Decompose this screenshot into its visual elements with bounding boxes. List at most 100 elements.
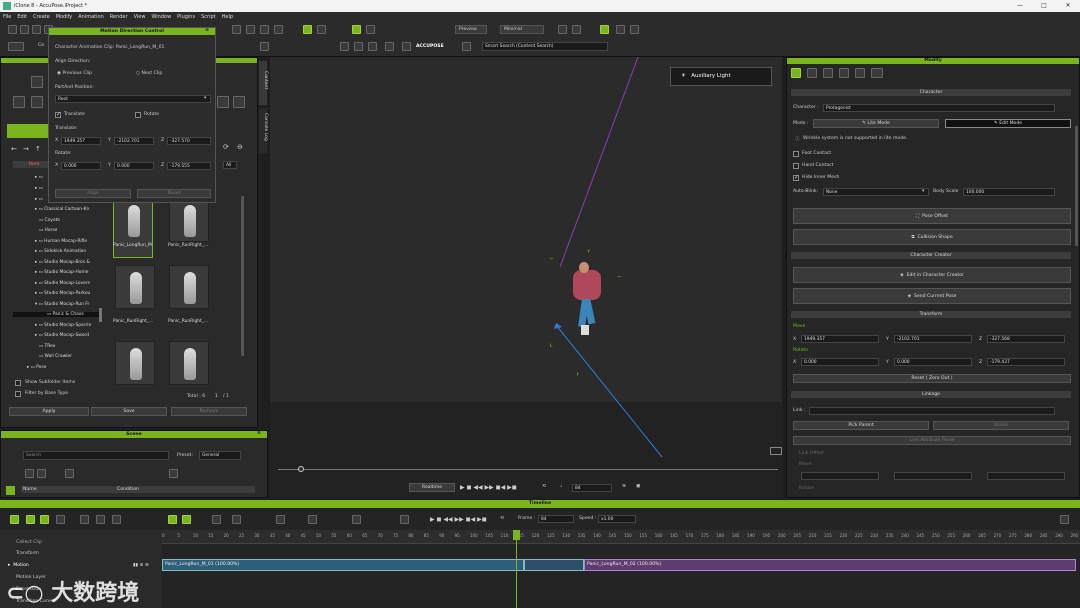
minimize-button[interactable]: — <box>1008 0 1032 12</box>
remove-button[interactable]: Remove <box>171 407 247 416</box>
console-side-tab[interactable]: Console Log <box>258 108 268 154</box>
send-pose-button[interactable]: ◈ Send Current Pose <box>793 288 1071 304</box>
rotate-x-input[interactable]: 0.000 <box>61 162 101 170</box>
link-move-x[interactable] <box>801 472 879 480</box>
scene-trash-icon[interactable] <box>169 469 178 478</box>
menu-file[interactable]: File <box>3 14 11 20</box>
rotate-x-input[interactable]: 0.000 <box>801 358 879 366</box>
rotate-z-input[interactable]: -179.437 <box>987 358 1065 366</box>
menu-render[interactable]: Render <box>110 14 128 20</box>
edit-mode-button[interactable]: ✎ Edit Mode <box>945 119 1071 128</box>
save-icon[interactable] <box>32 25 41 34</box>
modify-scrollbar[interactable] <box>1075 126 1078 246</box>
modify-sliders-icon[interactable] <box>791 68 801 78</box>
new-icon[interactable] <box>8 25 17 34</box>
modify-body-icon[interactable] <box>855 68 865 78</box>
refresh-icon[interactable]: ⟳ <box>223 143 229 151</box>
panel-close-icon[interactable]: ⊗ <box>205 28 209 33</box>
open-icon[interactable] <box>20 25 29 34</box>
close-button[interactable]: ✕ <box>1056 0 1080 12</box>
package-icon[interactable] <box>217 96 229 108</box>
edit-in-cc-button[interactable]: ◈ Edit in Character Creator <box>793 267 1071 283</box>
options-icon[interactable]: ⊖ <box>237 143 243 151</box>
scene-list-icon[interactable] <box>65 469 74 478</box>
menu-view[interactable]: View <box>134 14 146 20</box>
store-icon[interactable] <box>233 96 245 108</box>
character-name-field[interactable]: Protagonist <box>823 104 1055 112</box>
reset-button[interactable]: Reset <box>137 189 211 198</box>
scene-name-column[interactable]: Name <box>21 486 97 493</box>
light-icon[interactable] <box>352 25 361 34</box>
aux-light-button[interactable]: ☀ Auxiliary Light <box>670 67 772 86</box>
viewport-monitor-icon[interactable] <box>770 447 782 455</box>
tool-rotate-icon[interactable] <box>260 25 269 34</box>
rotate-y-input[interactable]: 0.000 <box>114 162 154 170</box>
tree-item[interactable]: ▭ Coyote <box>39 218 60 223</box>
lite-mode-button[interactable]: ✎ Lite Mode <box>813 119 939 128</box>
motion-clip-transition[interactable] <box>524 559 584 571</box>
viewport[interactable]: ⌐ ¬ ↑ L ↑ ☀ Auxiliary Light Realtime ▶ ◼… <box>270 57 782 498</box>
tree-folder[interactable]: ▸ ▭ <box>35 197 43 202</box>
auto-blink-select[interactable]: None <box>823 188 929 196</box>
scene-close-icon[interactable]: ⊗ <box>257 431 261 436</box>
play-icon[interactable]: ▶ ◼ ◀◀ ▶▶ ◼◀ ▶◼ <box>460 484 517 491</box>
camera-lock-icon[interactable]: ▣ <box>636 484 640 489</box>
save-button[interactable]: Save <box>91 407 167 416</box>
translate-checkbox[interactable] <box>55 111 61 118</box>
align-button[interactable]: Align <box>55 189 131 198</box>
show-subfolder-checkbox[interactable] <box>15 380 21 386</box>
tree-folder[interactable]: ▸ ▭ <box>35 175 43 180</box>
thumb-panic-runright-1[interactable] <box>169 198 209 242</box>
all-filter[interactable]: All <box>223 161 237 169</box>
tree-item[interactable]: ▭ Horse <box>39 228 57 233</box>
link-field[interactable] <box>809 407 1055 415</box>
translate-y-input[interactable]: -2102.701 <box>114 137 154 145</box>
character-torso[interactable] <box>573 270 601 300</box>
previous-clip-radio[interactable]: ◉ Previous Clip <box>57 71 92 76</box>
menu-create[interactable]: Create <box>33 14 50 20</box>
viewport-frame-input[interactable]: 84 <box>572 484 612 492</box>
tool-move-icon[interactable] <box>246 25 255 34</box>
hide-inner-mesh-checkbox[interactable] <box>793 174 799 181</box>
modify-material-icon[interactable] <box>823 68 833 78</box>
pick-parent-button[interactable]: Pick Parent <box>793 421 929 430</box>
menu-edit[interactable]: Edit <box>17 14 27 20</box>
translate-x-input[interactable]: 1949.357 <box>61 137 101 145</box>
flag2-icon[interactable] <box>616 25 625 34</box>
flag-icon[interactable] <box>600 25 609 34</box>
link-move-z[interactable] <box>987 472 1065 480</box>
thumb-panic-runright-2[interactable] <box>115 265 155 309</box>
move-x-input[interactable]: 1949.357 <box>801 335 879 343</box>
tree-item[interactable]: ▸ ▭ Studio Mocap-Parkou <box>35 291 90 296</box>
link-icon[interactable] <box>340 42 349 51</box>
forward-arrow-icon[interactable]: → <box>23 145 29 153</box>
motion-tab[interactable] <box>7 124 51 138</box>
tree-item-selected[interactable]: ▭ Panic & Chaos <box>13 312 101 317</box>
maximize-button[interactable]: □ <box>1032 0 1056 12</box>
thumb-scrollbar[interactable] <box>241 196 244 356</box>
metronome-icon[interactable]: ♩ <box>560 484 562 489</box>
link-attribute-button[interactable]: Link Attribute Panel <box>793 436 1071 445</box>
scene-group-icon[interactable] <box>37 469 46 478</box>
menu-modify[interactable]: Modify <box>56 14 73 20</box>
folder-icon[interactable] <box>31 76 43 88</box>
tree-item[interactable]: ▸ ▭ Classical Cartoon-Kn <box>35 207 89 212</box>
tree-item[interactable]: ▸ ▭ Studio Mocap-Sparrin <box>35 323 91 328</box>
scene-condition-column[interactable]: Condition <box>97 486 255 493</box>
bone-icon[interactable] <box>260 42 269 51</box>
preview-select[interactable]: Preview <box>455 25 487 34</box>
motion-clip-1[interactable]: Panic_LongRun_M_01 (100.00%) <box>162 559 524 571</box>
rotate-y-input[interactable]: 0.000 <box>894 358 972 366</box>
translate-z-input[interactable]: -327.570 <box>167 137 211 145</box>
menu-plugins[interactable]: Plugins <box>177 14 195 20</box>
realtime-select[interactable]: Realtime <box>409 483 455 492</box>
plugin-n-icon[interactable] <box>462 42 471 51</box>
tree-item[interactable]: ▸ ▭ Studio Mocap-Home <box>35 270 88 275</box>
template-icon[interactable] <box>13 96 25 108</box>
tree-item[interactable]: ▸ ▭ Studio Mocap-Sword <box>35 333 89 338</box>
custom-icon[interactable] <box>31 96 43 108</box>
loop-icon[interactable]: ⟲ <box>542 484 546 489</box>
tree-item[interactable]: ▭ TRex <box>39 344 55 349</box>
rotate-z-input[interactable]: -179.555 <box>167 162 211 170</box>
reset-zero-button[interactable]: Reset ( Zero Out ) <box>793 374 1071 383</box>
